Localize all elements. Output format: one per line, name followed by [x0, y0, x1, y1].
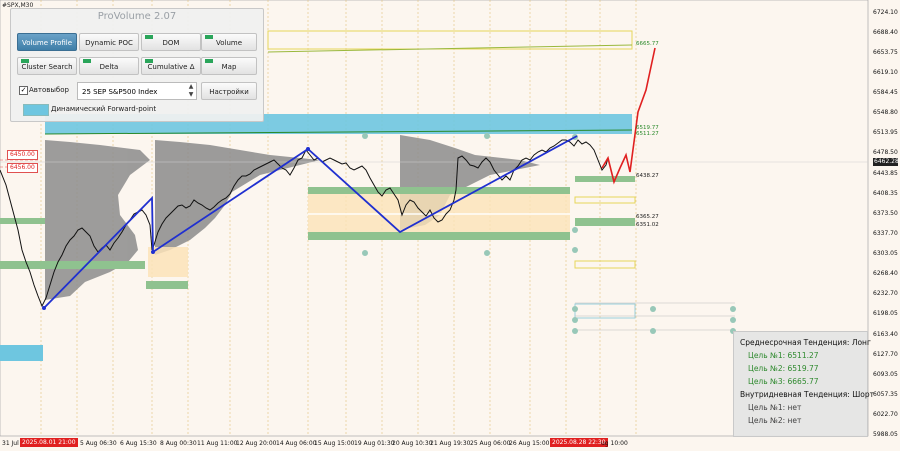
forward-point-label: Динамический Forward-point — [51, 105, 157, 113]
dom-button[interactable]: DOM — [141, 33, 201, 51]
left-price-tag-2: 6456.00 — [7, 163, 38, 173]
dom-button-label: DOM — [162, 39, 180, 47]
time-tick: 20 Aug 10:30 — [392, 440, 433, 447]
time-tick-highlight: 2025.08.01 21:00 — [20, 438, 78, 447]
forward-point-color-swatch[interactable] — [23, 104, 49, 116]
instrument-value: 25 SEP S&P500 Index — [82, 88, 158, 96]
price-label-6365: 6365.27 — [636, 214, 659, 220]
time-tick: 6 Aug 15:30 — [120, 440, 157, 447]
volume-profile-button[interactable]: Volume Profile — [17, 33, 77, 51]
support-zone-5 — [0, 218, 45, 224]
price-tick: 6548.80 — [873, 109, 898, 116]
price-tick: 6163.40 — [873, 331, 898, 338]
right-zone-2 — [575, 218, 635, 226]
left-price-tag-1: 6450.00 — [7, 150, 38, 160]
price-label-6665: 6665.77 — [636, 41, 659, 47]
price-tick: 6268.40 — [873, 270, 898, 277]
volume-button-label: Volume — [215, 39, 243, 47]
current-price-tag: 6462.28 — [873, 158, 899, 166]
time-tick-highlight: 2025.08.28 22:30 — [550, 438, 608, 447]
price-tick: 6619.10 — [873, 69, 898, 76]
autoselect-checkbox[interactable]: ✓ — [19, 86, 28, 95]
provolume-panel: ProVolume 2.07 Volume Profile Dynamic PO… — [10, 8, 264, 122]
time-tick: 21 Aug 19:30 — [430, 440, 471, 447]
left-blue-zone — [0, 345, 43, 361]
price-tick: 6057.35 — [873, 391, 898, 398]
support-zone-2 — [308, 232, 570, 240]
price-tick: 6373.50 — [873, 210, 898, 217]
intraday-trend: Внутридневная Тенденция: Шорт — [740, 390, 874, 399]
time-tick: 11 Aug 11:00 — [197, 440, 238, 447]
intraday-target-2: Цель №2: нет — [748, 416, 802, 425]
intraday-target-1: Цель №1: нет — [748, 403, 802, 412]
time-tick: 25 Aug 06:00 — [470, 440, 511, 447]
time-tick: 12 Aug 20:00 — [236, 440, 277, 447]
cumulative-delta-button[interactable]: Cumulative Δ — [141, 57, 201, 75]
mid-target-1: Цель №1: 6511.27 — [748, 351, 819, 360]
price-tick: 6724.10 — [873, 9, 898, 16]
price-tick: 6337.70 — [873, 230, 898, 237]
price-tick: 6478.50 — [873, 149, 898, 156]
cumulative-delta-label: Cumulative Δ — [147, 63, 195, 71]
price-label-6511: 6511.27 — [636, 131, 659, 137]
time-tick: ug 10:00 — [601, 440, 628, 447]
cluster-indicator-icon — [21, 59, 29, 63]
map-button[interactable]: Map — [201, 57, 257, 75]
price-tick: 6093.05 — [873, 371, 898, 378]
panel-title: ProVolume 2.07 — [97, 11, 177, 22]
volume-indicator-icon — [205, 35, 213, 39]
settings-button[interactable]: Настройки — [201, 82, 257, 100]
mid-target-2: Цель №2: 6519.77 — [748, 364, 819, 373]
delta-button-label: Delta — [99, 63, 119, 71]
price-tick: 6513.95 — [873, 129, 898, 136]
price-tick: 6232.70 — [873, 290, 898, 297]
price-tick: 6127.70 — [873, 351, 898, 358]
mid-term-trend: Среднесрочная Тенденция: Лонг — [740, 338, 871, 347]
time-tick: 5 Aug 06:30 — [80, 440, 117, 447]
delta-button[interactable]: Delta — [79, 57, 139, 75]
mid-target-3: Цель №3: 6665.77 — [748, 377, 819, 386]
stepper-arrows-icon[interactable]: ▲ ▼ — [186, 83, 196, 99]
map-indicator-icon — [205, 59, 213, 63]
time-tick: 8 Aug 00:30 — [160, 440, 197, 447]
cluster-search-label: Cluster Search — [21, 63, 73, 71]
instrument-select[interactable]: 25 SEP S&P500 Index ▲ ▼ — [77, 82, 197, 100]
price-tick: 6688.40 — [873, 29, 898, 36]
price-tick: 6584.45 — [873, 89, 898, 96]
price-tick: 6198.05 — [873, 310, 898, 317]
cluster-search-button[interactable]: Cluster Search — [17, 57, 77, 75]
time-tick: 31 Jul — [2, 440, 19, 447]
price-label-6438: 6438.27 — [636, 173, 659, 179]
support-zone-4 — [0, 261, 145, 269]
map-button-label: Map — [221, 63, 237, 71]
support-zone-1 — [308, 187, 570, 194]
price-tick: 6443.85 — [873, 170, 898, 177]
price-tick: 5988.05 — [873, 431, 898, 438]
right-zone-1 — [575, 176, 635, 182]
price-tick: 6022.70 — [873, 411, 898, 418]
volume-button[interactable]: Volume — [201, 33, 257, 51]
dom-indicator-icon — [145, 35, 153, 39]
time-tick: 26 Aug 15:00 — [509, 440, 550, 447]
support-zone-3 — [146, 281, 188, 289]
time-tick: 14 Aug 06:00 — [276, 440, 317, 447]
autoselect-label: Автовыбор — [29, 86, 69, 94]
value-area — [308, 192, 570, 232]
price-tick: 6303.05 — [873, 250, 898, 257]
time-tick: 19 Aug 01:30 — [354, 440, 395, 447]
price-tick: 6408.35 — [873, 190, 898, 197]
cumulative-indicator-icon — [145, 59, 153, 63]
price-tick: 6653.75 — [873, 49, 898, 56]
price-label-6351: 6351.02 — [636, 222, 659, 228]
dynamic-poc-button[interactable]: Dynamic POC — [79, 33, 139, 51]
trend-info-box: Среднесрочная Тенденция: Лонг Цель №1: 6… — [733, 331, 874, 437]
time-tick: 15 Aug 15:00 — [314, 440, 355, 447]
delta-indicator-icon — [83, 59, 91, 63]
